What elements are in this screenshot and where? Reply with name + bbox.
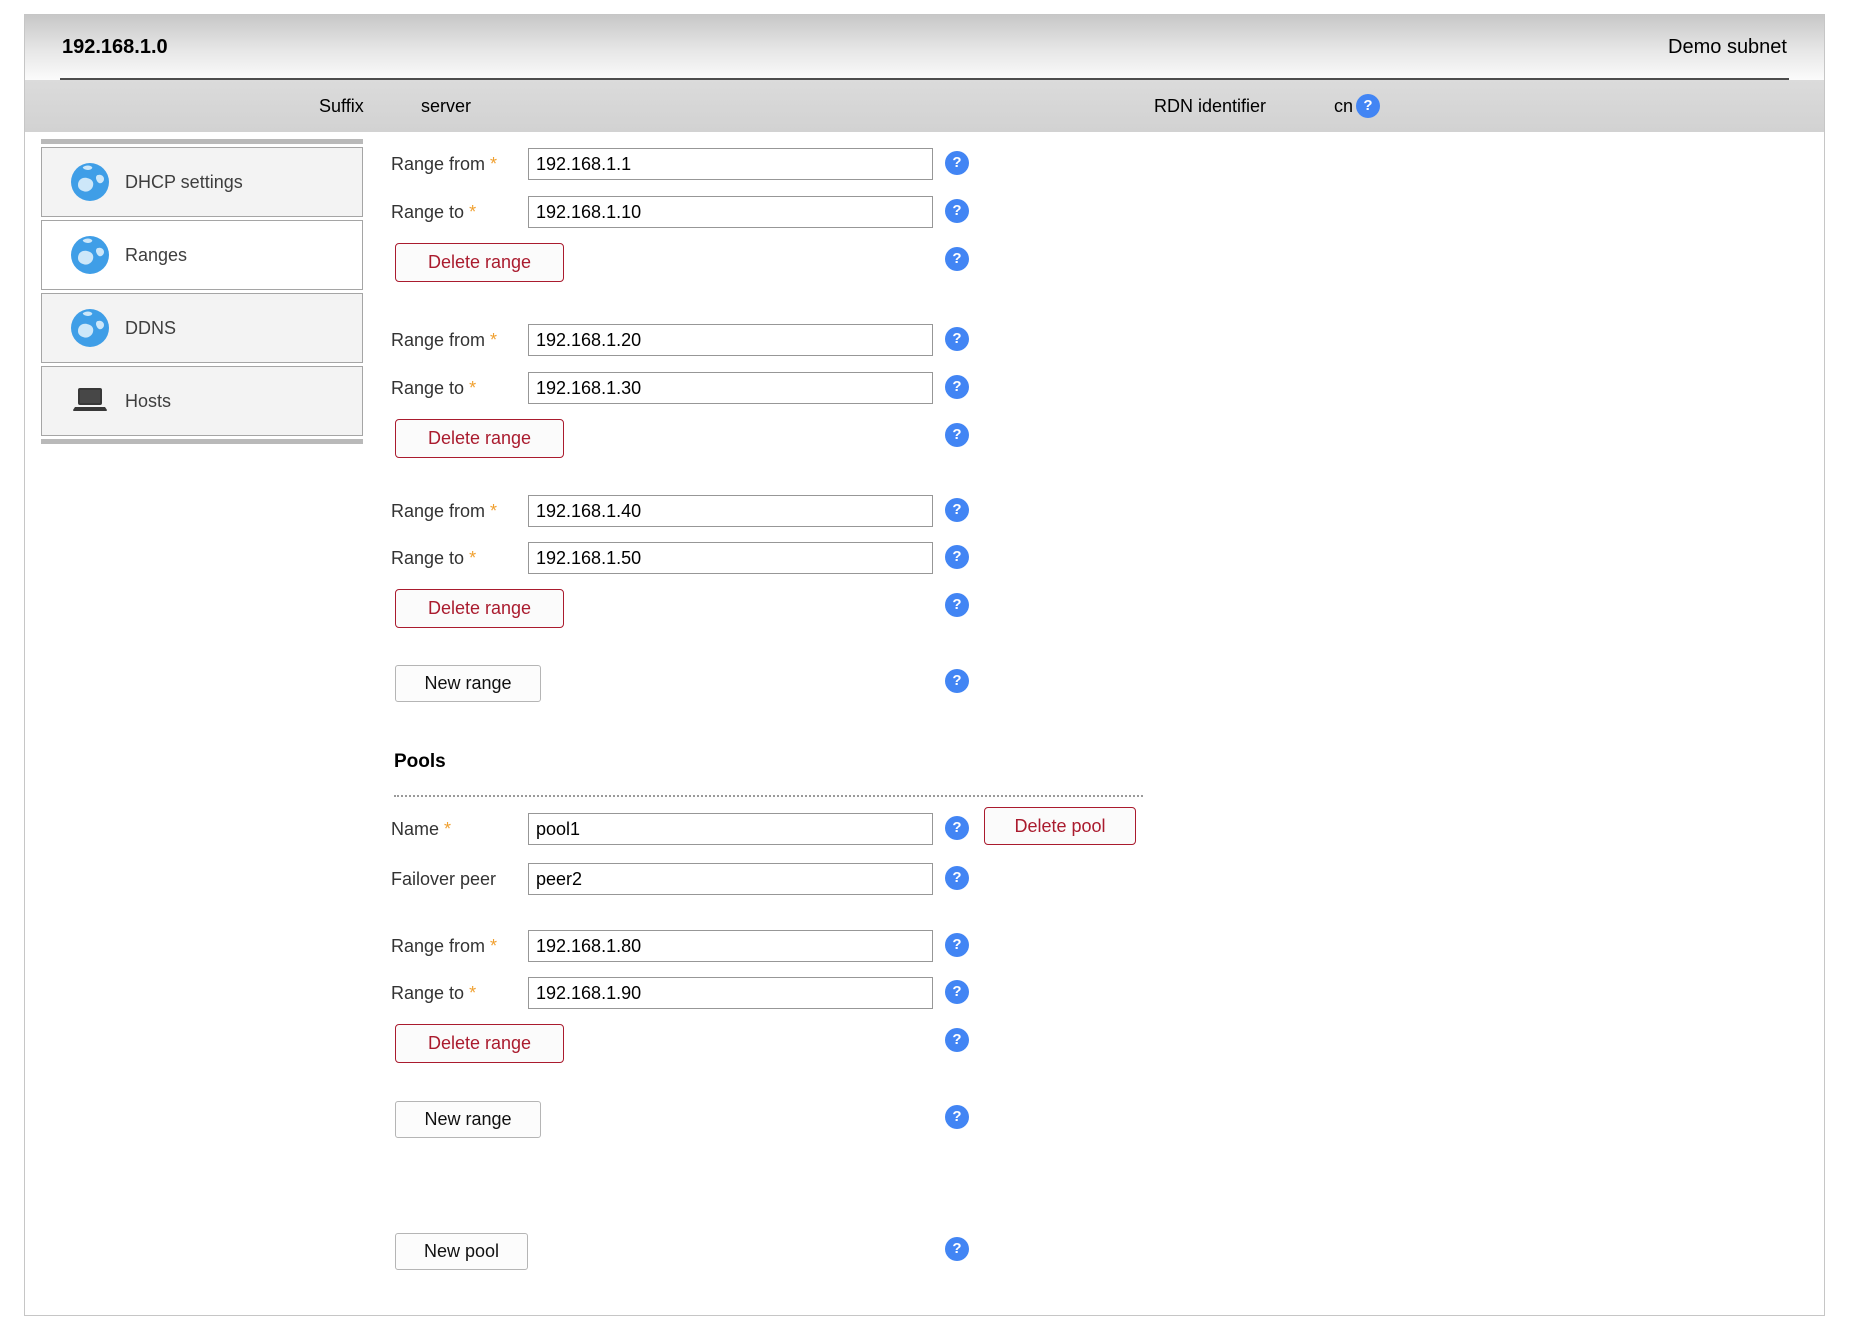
- pools-divider: [394, 795, 1143, 797]
- help-icon[interactable]: ?: [945, 151, 969, 175]
- content-box: 192.168.1.0 Demo subnet Suffix server RD…: [24, 14, 1825, 1316]
- required-marker: *: [469, 202, 476, 222]
- delete-range-button[interactable]: Delete range: [395, 589, 564, 628]
- help-icon[interactable]: ?: [1356, 94, 1380, 118]
- required-marker: *: [490, 154, 497, 174]
- toolbar-row: Suffix server RDN identifier cn ?: [25, 80, 1824, 132]
- range-from-label: Range from*: [391, 324, 497, 356]
- laptop-icon: [70, 381, 110, 421]
- help-icon[interactable]: ?: [945, 1028, 969, 1052]
- required-marker: *: [444, 819, 451, 839]
- delete-range-button[interactable]: Delete range: [395, 1024, 564, 1063]
- delete-pool-button[interactable]: Delete pool: [984, 807, 1136, 845]
- pool-name-label: Name*: [391, 813, 451, 845]
- help-icon[interactable]: ?: [945, 816, 969, 840]
- sidebar: DHCP settings Ranges: [41, 139, 363, 444]
- range-from-input[interactable]: [528, 495, 933, 527]
- sidebar-item-label: DHCP settings: [125, 172, 243, 193]
- help-icon[interactable]: ?: [945, 933, 969, 957]
- help-icon[interactable]: ?: [945, 669, 969, 693]
- delete-range-button[interactable]: Delete range: [395, 243, 564, 282]
- help-icon[interactable]: ?: [945, 247, 969, 271]
- failover-peer-label: Failover peer: [391, 863, 496, 895]
- globe-icon: [70, 162, 110, 202]
- sidebar-item-label: Hosts: [125, 391, 171, 412]
- help-icon[interactable]: ?: [945, 1237, 969, 1261]
- help-icon[interactable]: ?: [945, 375, 969, 399]
- pools-heading: Pools: [394, 751, 446, 773]
- sidebar-item-label: Ranges: [125, 245, 187, 266]
- required-marker: *: [469, 548, 476, 568]
- help-icon[interactable]: ?: [945, 498, 969, 522]
- range-from-input[interactable]: [528, 930, 933, 962]
- required-marker: *: [469, 378, 476, 398]
- rdn-identifier-label: RDN identifier: [1154, 80, 1266, 132]
- help-icon[interactable]: ?: [945, 980, 969, 1004]
- required-marker: *: [469, 983, 476, 1003]
- sidebar-bottom-edge: [41, 439, 363, 444]
- required-marker: *: [490, 330, 497, 350]
- required-marker: *: [490, 936, 497, 956]
- sidebar-item-dhcp-settings[interactable]: DHCP settings: [41, 147, 363, 217]
- suffix-label: Suffix: [319, 80, 364, 132]
- new-pool-button[interactable]: New pool: [395, 1233, 528, 1270]
- range-from-input[interactable]: [528, 324, 933, 356]
- help-icon[interactable]: ?: [945, 199, 969, 223]
- sidebar-item-hosts[interactable]: Hosts: [41, 366, 363, 436]
- new-range-button[interactable]: New range: [395, 1101, 541, 1138]
- range-from-label: Range from*: [391, 930, 497, 962]
- range-to-label: Range to*: [391, 977, 476, 1009]
- range-to-label: Range to*: [391, 542, 476, 574]
- sidebar-top-edge: [41, 139, 363, 144]
- title-bar: 192.168.1.0 Demo subnet: [25, 15, 1824, 80]
- range-to-label: Range to*: [391, 372, 476, 404]
- delete-range-button[interactable]: Delete range: [395, 419, 564, 458]
- help-icon[interactable]: ?: [945, 545, 969, 569]
- range-to-input[interactable]: [528, 542, 933, 574]
- rdn-identifier-value: cn: [1334, 80, 1353, 132]
- range-to-input[interactable]: [528, 977, 933, 1009]
- pool-name-input[interactable]: [528, 813, 933, 845]
- sidebar-item-label: DDNS: [125, 318, 176, 339]
- help-icon[interactable]: ?: [945, 1105, 969, 1129]
- new-range-button[interactable]: New range: [395, 665, 541, 702]
- required-marker: *: [490, 501, 497, 521]
- range-to-input[interactable]: [528, 196, 933, 228]
- suffix-value: server: [421, 80, 471, 132]
- range-from-label: Range from*: [391, 148, 497, 180]
- globe-icon: [70, 308, 110, 348]
- failover-peer-input[interactable]: [528, 863, 933, 895]
- help-icon[interactable]: ?: [945, 593, 969, 617]
- sidebar-item-ddns[interactable]: DDNS: [41, 293, 363, 363]
- sidebar-item-ranges[interactable]: Ranges: [41, 220, 363, 290]
- help-icon[interactable]: ?: [945, 327, 969, 351]
- range-to-label: Range to*: [391, 196, 476, 228]
- subnet-description: Demo subnet: [1668, 36, 1787, 59]
- range-from-input[interactable]: [528, 148, 933, 180]
- help-icon[interactable]: ?: [945, 866, 969, 890]
- page-title: 192.168.1.0: [62, 36, 168, 59]
- range-from-label: Range from*: [391, 495, 497, 527]
- globe-icon: [70, 235, 110, 275]
- range-to-input[interactable]: [528, 372, 933, 404]
- help-icon[interactable]: ?: [945, 423, 969, 447]
